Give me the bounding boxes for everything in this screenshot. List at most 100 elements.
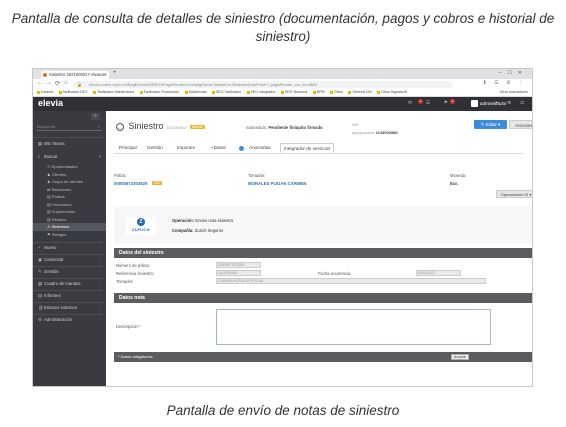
tomador-field-label: Tomador: [116,279,134,284]
tab-mas-datos[interactable]: +Datos [208,143,229,153]
bookmark[interactable]: Otros [330,89,343,96]
aceptar-button[interactable]: Aceptar [451,354,469,360]
bookmark[interactable]: Tarificador Producción [139,89,179,96]
tab-principal[interactable]: Principal [116,143,140,153]
divider [33,242,106,243]
bookmark[interactable]: SEG Tarificador [212,89,241,96]
operaciones-is-button[interactable]: Operaciones IS ▾ [496,190,532,198]
sidebar-item-gestion[interactable]: ✎ Gestión › [33,268,106,276]
browser-tab-bar: Siniestro 2021000017 Alvarez ✕ + –☐✕ [33,69,532,79]
chevron-right-icon: › [99,269,101,274]
poliza-link[interactable]: 00005873303529 [114,181,147,186]
avatar[interactable] [471,100,478,107]
bookmark[interactable]: General DM [348,89,372,96]
bookmark[interactable]: Intranet [37,89,53,96]
elevia-logo[interactable]: elevia [38,98,63,108]
divider [33,314,106,315]
home-icon[interactable]: ⌂ [64,80,68,86]
top-right-icons[interactable]: ▾ ⚙ ⏻ [496,100,528,106]
bookmark[interactable]: Tarificador Mantenance [92,89,134,96]
poliza-label: Póliza: [114,173,127,178]
sidebar-item-administracion[interactable]: ⚙ Administración › [33,316,106,324]
bookmark[interactable]: NPM [312,89,325,96]
sidebar-item-buscar[interactable]: ⌕ Buscar ▾ [33,153,106,161]
sidebar-item-enlaces-externos[interactable]: ⛓Enlaces externos › [33,304,106,312]
edit-button[interactable]: ✎ Editar ▾ [474,120,507,129]
bookmark[interactable]: Tarificador DEV [58,89,88,96]
sidebar-sub-honorarios[interactable]: ▤ Honorarios [33,201,106,209]
browser-tab[interactable]: Siniestro 2021000017 Alvarez ✕ [41,71,109,79]
actions-button[interactable]: Acciones ▾ [509,120,532,129]
numero-poliza-label: Número de póliza: [116,263,150,268]
bookmark[interactable]: SEG Neurona [280,89,307,96]
numero-poliza-field: 00005873303529 [216,262,261,268]
referencia-label: Referencia siniestro: [116,271,155,276]
sidebar-sub-oportunidades[interactable]: ⟐ Oportunidades [33,163,106,171]
substate: Subestado: Pendiente finiquito firmado [246,125,323,130]
sidebar-sub-recibos[interactable]: ▤ Recibos [33,216,106,224]
forward-icon[interactable]: → [46,80,52,86]
tab-anomalias[interactable]: Anomalías [246,143,274,153]
top-caption: Pantalla de consulta de detalles de sini… [11,11,555,44]
sidebar-sub-riesgos[interactable]: ⚑ Riesgos [33,231,106,239]
bookmark[interactable]: Otros Signalsoft [377,89,407,96]
fecha-ocurrencia-field: 05/01/2021 [416,270,461,276]
bookmarks-bar: Intranet Tarificador DEV Tarificador Man… [33,89,532,97]
main-content: ← Siniestro 2021000017 Abierto Subestado… [106,111,532,386]
operacion-row: Operación: Enviar nota siniestro [172,218,234,223]
section-datos-nota: Datos nota [114,293,532,303]
sidebar-sub-siniestros[interactable]: ⚠ Siniestros [33,223,106,231]
divider [33,290,106,291]
chevron-right-icon: › [99,281,101,286]
sidebar-sub-clientes[interactable]: ♟ Clientes [33,171,106,179]
other-bookmarks[interactable]: Otros marcadores [499,89,528,96]
tab-gestion[interactable]: Gestión [144,143,166,153]
bottom-caption: Pantalla de envío de notas de siniestro [166,403,400,418]
back-arrow-icon[interactable]: ← [116,122,124,131]
info-icon [239,145,244,151]
bookmark[interactable]: Incidencias [184,89,207,96]
sidebar-item-informes[interactable]: ▤ Informes › [33,292,106,300]
notification-badge: 2 [450,99,455,104]
required-note: * Datos obligatorios [118,354,153,359]
collapse-sidebar-icon[interactable]: ≡ [91,113,100,120]
new-tab-icon[interactable]: + [113,70,117,76]
sidebar-item-nuevo[interactable]: + Nuevo › [33,244,106,252]
chevron-down-icon: ▾ [98,154,101,159]
reload-icon[interactable]: ⟳ [55,80,60,87]
tab-importes[interactable]: Importes [174,143,198,153]
zurich-mark-icon: Z [137,218,145,226]
url-field[interactable]: 🔒 elevia.zurich.mpm.es/SegElevia/ZURICH/… [73,80,453,88]
form-footer: * Datos obligatorios Aceptar [114,352,532,362]
window-controls[interactable]: –☐✕ [499,70,528,76]
divider [33,137,106,138]
descripcion-label: Descripción * [116,324,141,329]
sidebar-sub-relaciones[interactable]: ⇄ Relaciones [33,186,106,194]
section-datos-siniestro: Datos del siniestro [114,248,532,258]
sidebar-search-input[interactable]: Búsqueda ⌕ [37,123,102,131]
chevron-right-icon: › [99,305,101,310]
sidebar-item-cuadro-mandos[interactable]: ▦ Cuadro de mandos › [33,280,106,288]
tomador-link[interactable]: MORALES PIJUAN CARMEN [248,181,307,186]
moneda-label: Moneda: [450,173,467,178]
fecha-ocurrencia-label: Fecha ocurrencia: [318,271,352,276]
bookmark[interactable]: SEG Integrador [246,89,276,96]
compania-row: Compañía: Zurich Seguros [172,228,224,233]
app-top-bar: elevia ✉ ☰ ⚑ 1 2 administrador ▾ ⚙ ⏻ [33,97,532,111]
sidebar-sub-grupo-clientes[interactable]: ♟ Grupo de clientes [33,178,106,186]
zurich-logo: Z ZURICH [126,217,156,235]
close-tab-icon[interactable]: ✕ [104,71,107,79]
sidebar-sub-polizas[interactable]: ▤ Pólizas [33,193,106,201]
tab-integrador-servicios[interactable]: Integrador de servicios [280,143,335,153]
claim-number: 2021000017 [166,126,188,130]
browser-toolbar-icons[interactable]: ⬇ ☰ ⚙ ⋮ [483,80,526,86]
tomador-label: Tomador: [248,173,266,178]
sidebar-sub-suplementos[interactable]: ▤ Suplementos [33,208,106,216]
back-icon[interactable]: ← [37,80,43,86]
sidebar-item-comercial[interactable]: ▣ Comercial › [33,256,106,264]
top-bar-icons[interactable]: ✉ ☰ ⚑ [408,100,454,106]
sidebar-item-mis-tareas[interactable]: ▦ Mis Tareas [33,140,106,148]
descripcion-textarea[interactable] [216,309,491,345]
insurer-reference: Ref. aseguradora 1143000585 [352,122,398,135]
tomador-field: CARMEN MORALES PIJUAN [216,278,486,284]
